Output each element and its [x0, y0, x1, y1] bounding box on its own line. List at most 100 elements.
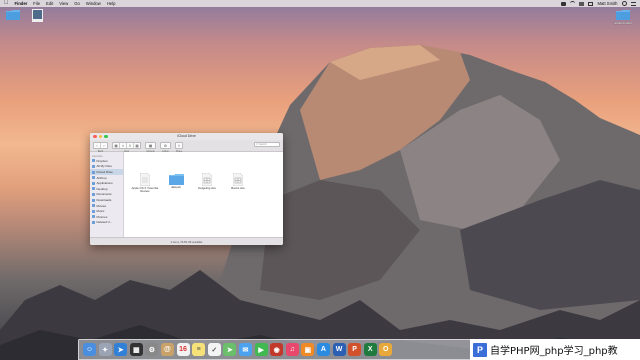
- gear-icon[interactable]: ⚙: [161, 143, 170, 148]
- pictures-icon: [92, 215, 95, 219]
- all-files-icon: [92, 164, 95, 168]
- messages-icon[interactable]: ✉: [238, 343, 252, 356]
- list-view-button[interactable]: ≡: [120, 143, 127, 148]
- launchpad-icon[interactable]: ✦: [98, 343, 112, 356]
- user-name[interactable]: Matt Smith: [597, 0, 617, 7]
- desktop-item[interactable]: [2, 9, 24, 21]
- dropbox-status-icon[interactable]: [561, 1, 567, 6]
- desktop-item-label: untitled folder: [613, 21, 632, 25]
- file-item[interactable]: budgeting.xlsx: [192, 173, 222, 190]
- minimize-button[interactable]: [98, 134, 102, 139]
- sidebar-item-label: All My Files: [96, 164, 112, 169]
- apple-menu-icon[interactable]: : [4, 0, 9, 7]
- share-group: ⇧ Share: [175, 142, 183, 153]
- action-group: ⚙ Action: [160, 142, 171, 153]
- title-bar[interactable]: iCloud Drive: [90, 133, 283, 140]
- toolbar: ‹ › Back ▦ ≡ ‖ ▩ View ▦ Arrange ⚙ Action: [90, 140, 283, 153]
- word-icon[interactable]: W: [332, 343, 346, 356]
- reminders-icon[interactable]: ✓: [207, 343, 221, 356]
- desktop-icon: [92, 187, 95, 191]
- volume-icon[interactable]: [579, 1, 585, 6]
- file-item[interactable]: Book1.xlsx: [223, 173, 253, 190]
- search-input[interactable]: ⚲ Search: [254, 142, 280, 147]
- menu-bar:  Finder File Edit View Go Window Help M…: [0, 0, 640, 7]
- search-placeholder: Search: [258, 143, 267, 146]
- mission-control-icon[interactable]: ▦: [129, 343, 143, 356]
- status-bar: 4 items, 35.89 GB available: [90, 237, 283, 245]
- itunes-icon[interactable]: ♫: [285, 343, 299, 356]
- forward-button[interactable]: ›: [101, 143, 107, 148]
- image-file-icon: [31, 9, 43, 22]
- status-area: Matt Smith: [561, 0, 636, 7]
- menu-file[interactable]: File: [33, 0, 40, 7]
- window-title: iCloud Drive: [177, 134, 196, 138]
- menu-go[interactable]: Go: [74, 0, 80, 7]
- folder-icon: [168, 174, 184, 185]
- finder-icon[interactable]: ☺: [83, 343, 96, 356]
- dropbox-icon: [92, 159, 95, 163]
- system-prefs-icon[interactable]: ⚙: [145, 343, 159, 356]
- arrange-button[interactable]: ▦: [146, 143, 155, 148]
- menu-view[interactable]: View: [59, 0, 68, 7]
- sidebar-item-label: Deleted U...: [96, 220, 113, 225]
- wifi-icon[interactable]: [570, 1, 576, 6]
- app-store-icon[interactable]: A: [316, 343, 330, 356]
- sidebar-item-label: Downloads: [96, 198, 112, 203]
- ibooks-icon[interactable]: ▣: [301, 343, 315, 356]
- sidebar-item-label: Pictures: [96, 214, 108, 219]
- spreadsheet-icon: [233, 173, 243, 186]
- calendar-icon[interactable]: 16: [176, 343, 190, 356]
- share-icon[interactable]: ⇧: [176, 143, 182, 148]
- excel-icon[interactable]: X: [363, 343, 377, 356]
- airdrop-icon: [92, 176, 95, 180]
- column-view-button[interactable]: ‖: [127, 143, 134, 148]
- file-item[interactable]: Apple OS X Yosemite Review: [130, 173, 160, 194]
- view-group: ▦ ≡ ‖ ▩ View: [112, 142, 141, 153]
- movies-icon: [92, 204, 95, 208]
- folder-icon: [6, 10, 20, 20]
- sidebar-item-label: Applications: [96, 181, 113, 186]
- desktop-item[interactable]: [26, 9, 48, 23]
- file-name: Apple OS X Yosemite Review: [131, 186, 159, 194]
- file-browser: Apple OS X Yosemite Review datsyeb budge…: [124, 152, 283, 237]
- finder-body: Favorites Dropbox All My Files iCloud Dr…: [90, 152, 283, 237]
- cloud-icon: [92, 170, 95, 174]
- notes-icon[interactable]: ≡: [192, 343, 206, 356]
- safari-icon[interactable]: ➤: [114, 343, 128, 356]
- notification-center-icon[interactable]: [631, 1, 636, 6]
- window-controls: [93, 134, 108, 139]
- menu-window[interactable]: Window: [86, 0, 101, 7]
- outlook-icon[interactable]: O: [379, 343, 393, 356]
- facetime-icon[interactable]: ▶: [254, 343, 268, 356]
- maps-icon[interactable]: ➤: [223, 343, 237, 356]
- watermark-text: 自学PHP网_php学习_php教: [490, 346, 618, 357]
- cover-flow-button[interactable]: ▩: [134, 143, 140, 148]
- desktop-item[interactable]: untitled folder: [612, 9, 634, 25]
- contacts-icon[interactable]: @: [160, 343, 174, 356]
- sidebar-item-label: Music: [96, 209, 105, 214]
- sidebar-item-label: iCloud Drive: [96, 170, 113, 175]
- document-icon: [140, 173, 150, 186]
- zoom-button[interactable]: [104, 134, 108, 139]
- applications-icon: [92, 181, 95, 185]
- menu-edit[interactable]: Edit: [46, 0, 53, 7]
- file-name: datsyeb: [171, 185, 181, 189]
- photo-booth-icon[interactable]: ◉: [270, 343, 284, 356]
- menu-help[interactable]: Help: [107, 0, 116, 7]
- spreadsheet-icon: [202, 173, 212, 186]
- sidebar-item-deleted[interactable]: Deleted U...: [90, 220, 123, 226]
- back-button[interactable]: ‹: [94, 143, 101, 148]
- battery-icon[interactable]: [588, 1, 594, 6]
- file-item[interactable]: datsyeb: [161, 173, 191, 189]
- powerpoint-icon[interactable]: P: [348, 343, 362, 356]
- spotlight-icon[interactable]: [621, 0, 627, 7]
- close-button[interactable]: [93, 134, 97, 139]
- sidebar: Favorites Dropbox All My Files iCloud Dr…: [90, 152, 124, 237]
- menu-finder[interactable]: Finder: [15, 0, 28, 7]
- icon-view-button[interactable]: ▦: [113, 143, 120, 148]
- sidebar-item-label: Dropbox: [96, 158, 108, 163]
- dock: ☺ ✦ ➤ ▦ ⚙ @ 16 ≡ ✓ ➤ ✉ ▶ ◉ ♫ ▣ A W P X O: [78, 339, 486, 360]
- sidebar-item-label: Documents: [96, 192, 112, 197]
- finder-window: iCloud Drive ‹ › Back ▦ ≡ ‖ ▩ View ▦ Arr…: [90, 133, 283, 245]
- music-icon: [92, 209, 95, 213]
